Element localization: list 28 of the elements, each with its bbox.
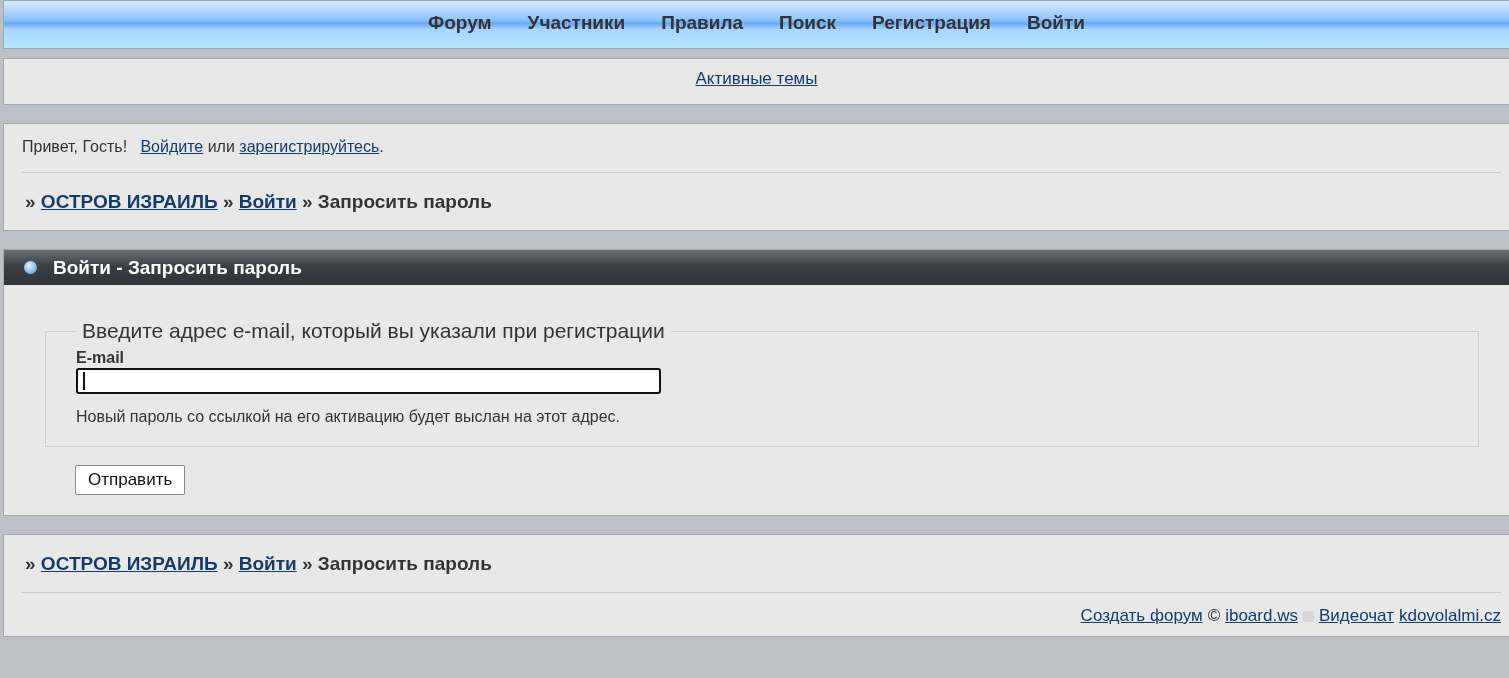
breadcrumb-link[interactable]: Войти	[238, 191, 297, 212]
section-title: Войти - Запросить пароль	[53, 256, 302, 279]
breadcrumb-link[interactable]: ОСТРОВ ИЗРАИЛЬ	[40, 191, 218, 212]
breadcrumb-link[interactable]: Войти	[238, 553, 297, 574]
nav-link[interactable]: Правила	[661, 11, 744, 38]
email-input-field[interactable]	[76, 368, 661, 394]
footer-link[interactable]: Создать форум	[1080, 606, 1203, 626]
nav-link[interactable]: Войти	[1026, 11, 1085, 38]
footer-link[interactable]: iboard.ws	[1225, 606, 1298, 626]
submit-button[interactable]: Отправить	[75, 465, 186, 495]
copyright-sign: ©	[1207, 606, 1221, 626]
breadcrumb: » ОСТРОВ ИЗРАИЛЬ » Войти » Запросить пароль	[24, 552, 493, 576]
footer-link[interactable]: Видеочат	[1318, 606, 1394, 626]
form-legend: Введите адрес e-mail, который вы указали при регистрации	[76, 319, 671, 343]
greeting-text: Привет, Гость! Войдите или зарегистрируйтесь.	[22, 124, 1501, 173]
active-topics-link[interactable]: Активные темы	[695, 69, 818, 88]
greeting-link[interactable]: Войдите	[140, 138, 204, 155]
greeting-link[interactable]: зарегистрируйтесь	[239, 138, 380, 155]
nav-link[interactable]: Форум	[428, 11, 492, 38]
nav-link[interactable]: Регистрация	[872, 11, 991, 38]
breadcrumb-link[interactable]: ОСТРОВ ИЗРАИЛЬ	[40, 553, 218, 574]
field-label: E-mail	[76, 349, 125, 367]
footer-link[interactable]: kdovolalmi.cz	[1398, 606, 1501, 626]
bullet-icon	[24, 261, 37, 274]
hint-text: Новый пароль со ссылкой на его активацию будет выслан на этот адрес.	[76, 408, 621, 426]
breadcrumb: » ОСТРОВ ИЗРАИЛЬ » Войти » Запросить пароль	[24, 190, 493, 214]
nav-link[interactable]: Поиск	[779, 11, 837, 38]
nav-link[interactable]: Участники	[527, 11, 626, 38]
